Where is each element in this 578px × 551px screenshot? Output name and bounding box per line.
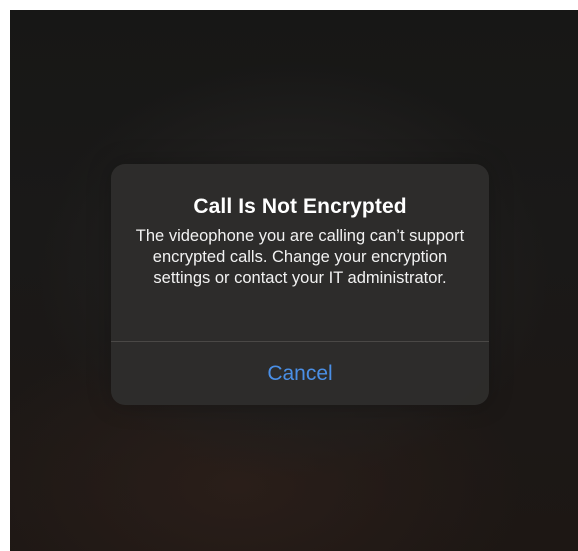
screen-background: Call Is Not Encrypted The videophone you… xyxy=(10,10,578,551)
cancel-button[interactable]: Cancel xyxy=(111,342,489,405)
alert-dialog: Call Is Not Encrypted The videophone you… xyxy=(111,164,489,405)
alert-body: Call Is Not Encrypted The videophone you… xyxy=(111,164,489,341)
alert-title: Call Is Not Encrypted xyxy=(193,195,407,218)
alert-message: The videophone you are calling can’t sup… xyxy=(135,227,465,287)
